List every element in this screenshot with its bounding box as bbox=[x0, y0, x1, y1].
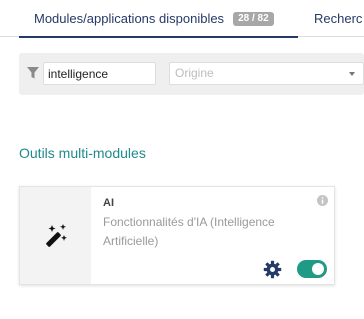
magic-wand-icon bbox=[45, 223, 67, 247]
info-icon[interactable] bbox=[317, 195, 328, 206]
tab-search-label: Recherc bbox=[314, 11, 363, 26]
module-icon-pane bbox=[20, 187, 91, 284]
filter-bar: Origine bbox=[19, 53, 364, 95]
modules-count-badge: 28 / 82 bbox=[233, 11, 274, 26]
tab-search[interactable]: Recherc bbox=[314, 0, 362, 37]
search-input[interactable] bbox=[43, 62, 156, 85]
module-card: AI Fonctionnalités d'IA (Intelligence Ar… bbox=[19, 186, 335, 285]
tab-available-modules[interactable]: Modules/applications disponibles 28 / 82 bbox=[19, 0, 298, 38]
tab-bar: Modules/applications disponibles 28 / 82… bbox=[0, 0, 364, 38]
section-title: Outils multi-modules bbox=[19, 145, 146, 161]
gear-icon[interactable] bbox=[263, 260, 282, 279]
tab-available-modules-label: Modules/applications disponibles bbox=[34, 11, 225, 26]
origin-select[interactable]: Origine bbox=[169, 62, 364, 85]
module-name: AI bbox=[103, 197, 114, 209]
module-enabled-toggle[interactable] bbox=[297, 260, 327, 278]
chevron-down-icon bbox=[349, 72, 355, 76]
modules-page: Modules/applications disponibles 28 / 82… bbox=[0, 0, 364, 319]
origin-select-placeholder: Origine bbox=[175, 66, 214, 80]
filter-icon bbox=[27, 67, 39, 79]
module-description: Fonctionnalités d'IA (Intelligence Artif… bbox=[103, 215, 275, 248]
toggle-knob bbox=[312, 263, 324, 275]
